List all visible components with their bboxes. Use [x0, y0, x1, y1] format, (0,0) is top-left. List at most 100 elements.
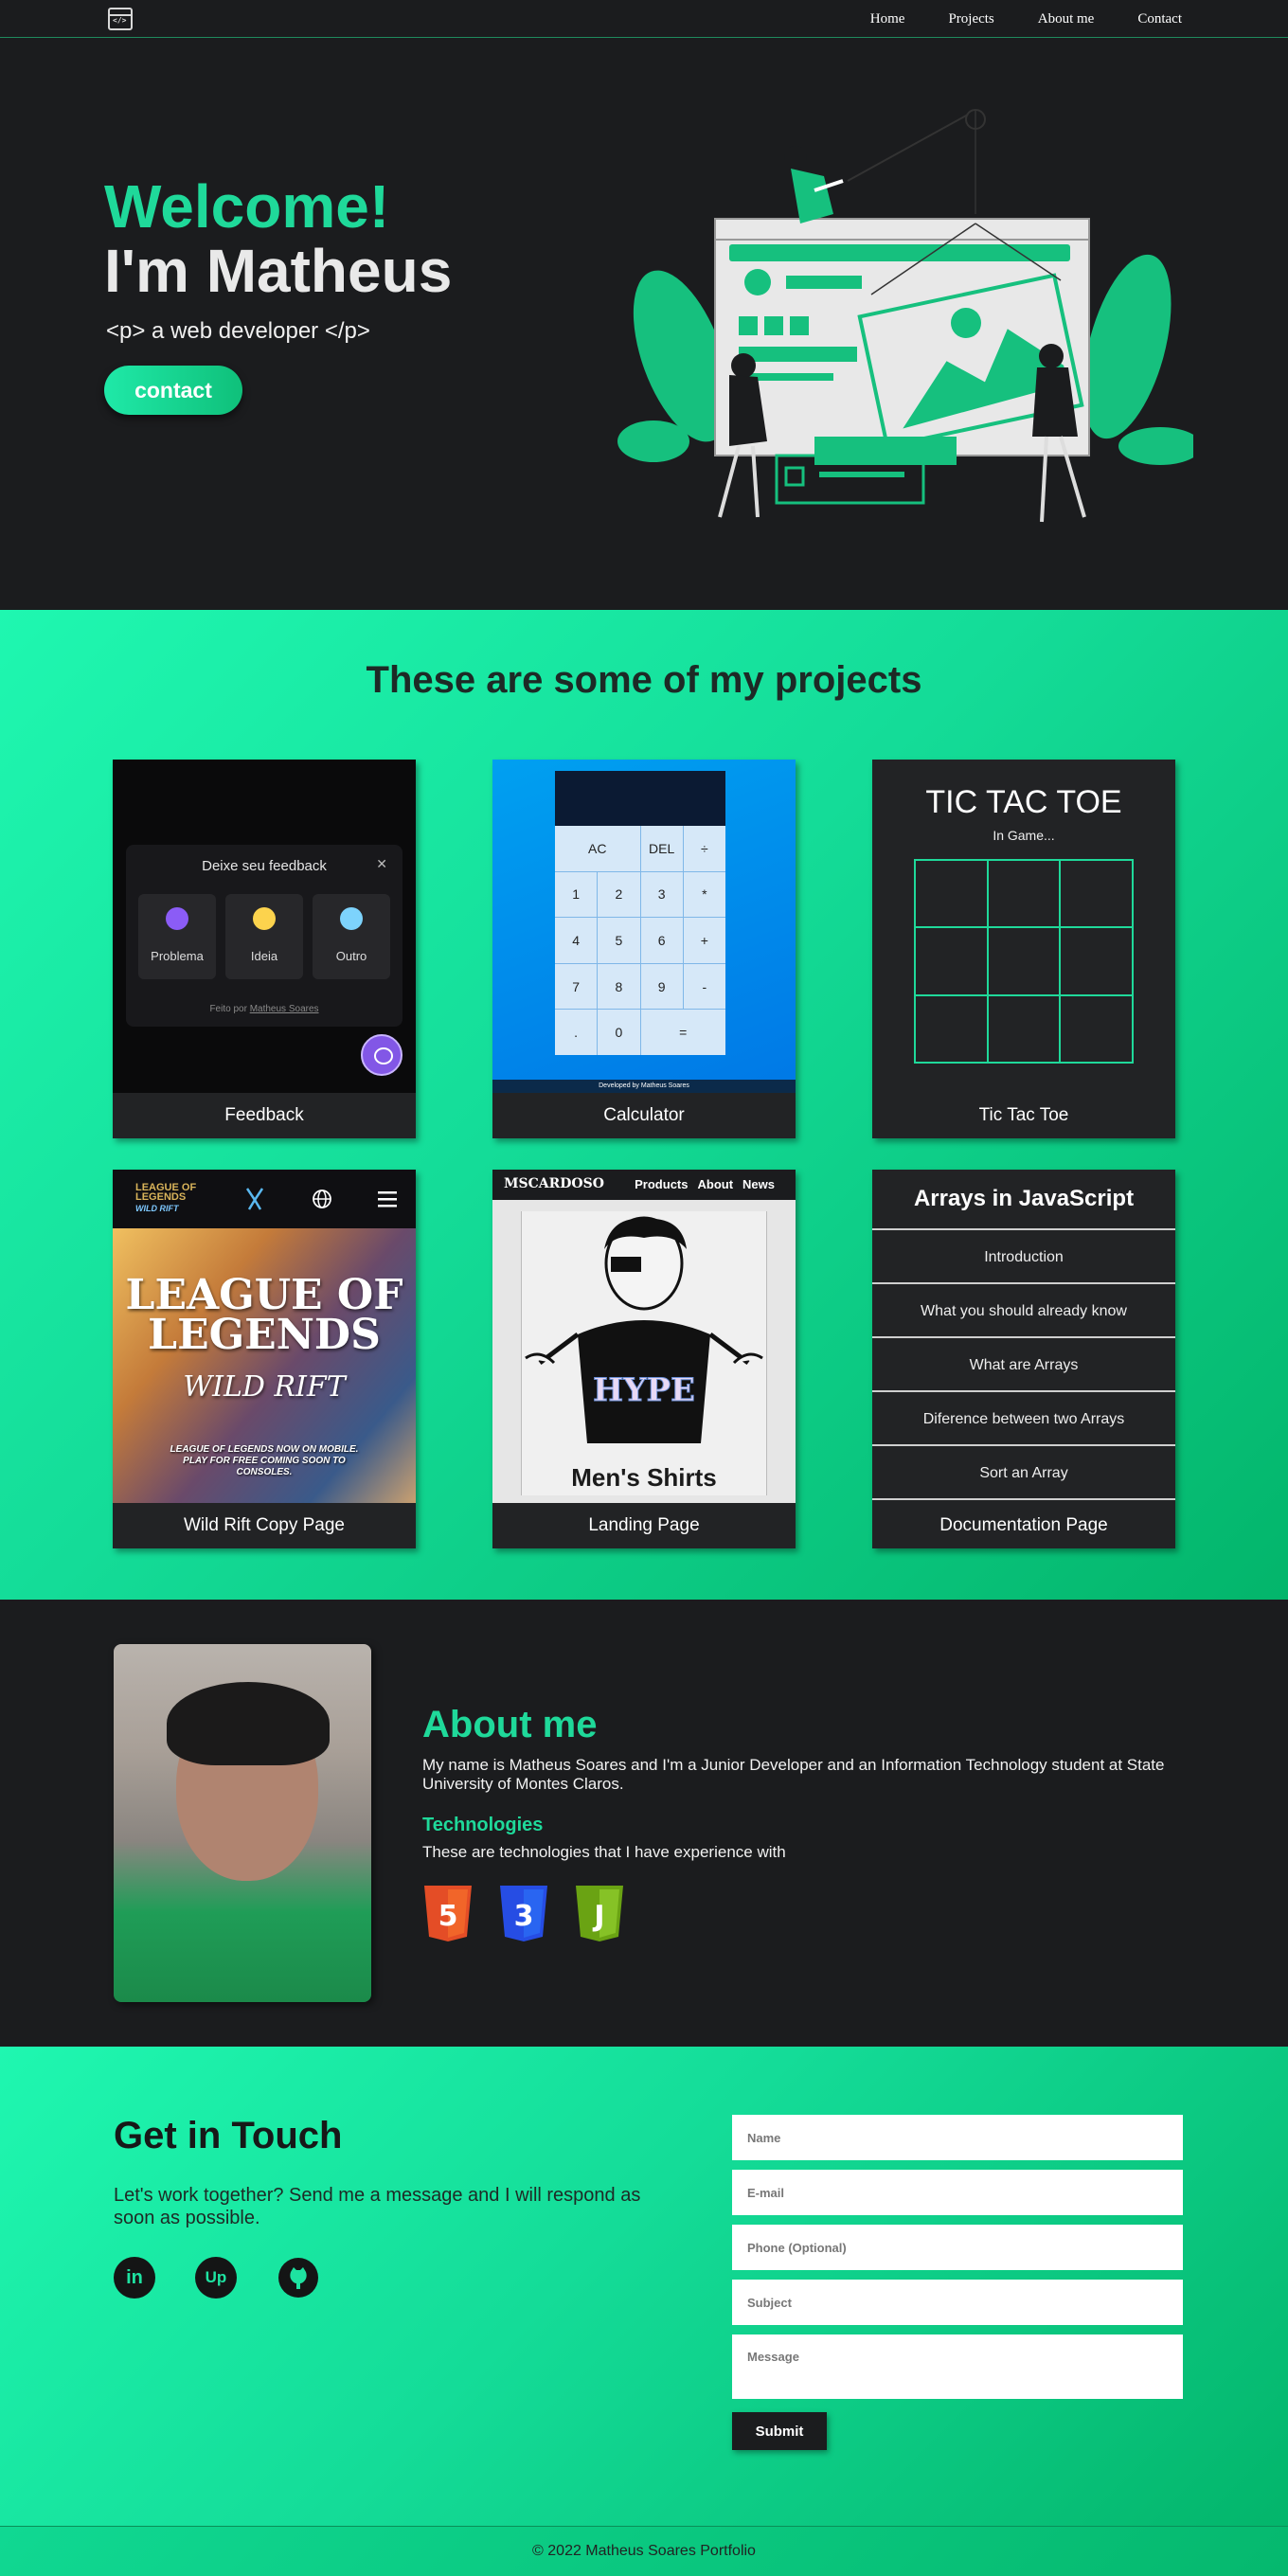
calc-key: 2 [598, 871, 640, 918]
tictactoe-status: In Game... [993, 828, 1055, 843]
calculator-keypad: AC DEL ÷ 1 2 3 * 4 5 6 + 7 8 9 - . 0 = [555, 826, 725, 1055]
tictactoe-preview: TIC TAC TOE In Game... [872, 760, 1175, 1093]
calc-key: * [683, 871, 725, 918]
upwork-glyph: Up [205, 2268, 227, 2286]
upwork-icon[interactable]: Up [195, 2257, 237, 2299]
project-card-wildrift[interactable]: LEAGUE OF LEGENDS WILD RIFT LEAGUE OF LE… [113, 1170, 416, 1548]
subject-input[interactable] [732, 2280, 1183, 2325]
footer: © 2022 Matheus Soares Portfolio [0, 2526, 1288, 2576]
hero-section: Welcome! I'm Matheus <p> a web developer… [0, 39, 1288, 610]
project-card-label: Landing Page [588, 1515, 700, 1535]
phone-input[interactable] [732, 2225, 1183, 2270]
shirt-text: HYPE [593, 1371, 695, 1409]
wildrift-subline: WILD RIFT [183, 1370, 346, 1404]
portfolio-page: </> Home Projects About me Contact Welco… [0, 0, 1288, 2576]
docs-title: Arrays in JavaScript [872, 1170, 1175, 1230]
calc-key: 8 [598, 963, 640, 1010]
technologies-text: These are technologies that I have exper… [422, 1843, 786, 1861]
project-card-label: Tic Tac Toe [978, 1105, 1069, 1125]
calc-key: 1 [555, 871, 598, 918]
landing-nav: Products About News [635, 1177, 775, 1191]
project-card-calculator[interactable]: AC DEL ÷ 1 2 3 * 4 5 6 + 7 8 9 - . 0 = D… [492, 760, 796, 1138]
wildrift-preview: LEAGUE OF LEGENDS WILD RIFT LEAGUE OF LE… [113, 1170, 416, 1503]
calc-key: 4 [555, 918, 598, 963]
board-cell [987, 994, 1061, 1063]
email-input[interactable] [732, 2170, 1183, 2215]
calc-key: - [683, 963, 725, 1010]
hero-role: <p> a web developer </p> [106, 318, 370, 344]
nav-home-link[interactable]: Home [870, 11, 905, 27]
project-card-feedback[interactable]: Deixe seu feedback ✕ Problema Ideia Outr… [113, 760, 416, 1138]
docs-preview: Arrays in JavaScript Introduction What y… [872, 1170, 1175, 1503]
hamburger-menu-icon [378, 1191, 397, 1208]
project-card-label: Calculator [603, 1105, 685, 1125]
option-label: Problema [151, 949, 204, 963]
javascript-icon: J [576, 1886, 623, 1941]
wildrift-logo: LEAGUE OF LEGENDS WILD RIFT [135, 1183, 202, 1214]
champion-icon [245, 1188, 264, 1210]
contact-title: Get in Touch [114, 2115, 343, 2156]
docs-nav-item: Diference between two Arrays [872, 1394, 1175, 1446]
landing-nav-item: About [697, 1177, 734, 1191]
docs-nav-item: What are Arrays [872, 1340, 1175, 1392]
github-glyph [278, 2258, 318, 2298]
nav-links: Home Projects About me Contact [870, 0, 1182, 38]
calc-key: 3 [640, 871, 683, 918]
submit-button[interactable]: Submit [732, 2412, 827, 2450]
docs-nav-item: Introduction [872, 1232, 1175, 1284]
feedback-footer-prefix: Feito por [209, 1004, 247, 1014]
landing-nav-item: News [742, 1177, 775, 1191]
option-label: Outro [335, 949, 367, 963]
board-cell [1060, 860, 1133, 928]
css3-icon: 3 [500, 1886, 547, 1941]
calc-key: 6 [640, 918, 683, 963]
board-cell [1060, 927, 1133, 995]
technologies-title: Technologies [422, 1815, 544, 1835]
calc-key: ÷ [683, 826, 725, 871]
globe-icon [313, 1190, 331, 1208]
landing-preview: MSCARDOSO Products About News HYPE Men's… [492, 1170, 796, 1503]
board-cell [987, 927, 1061, 995]
project-card-label: Wild Rift Copy Page [183, 1515, 345, 1535]
message-textarea[interactable] [732, 2334, 1183, 2399]
contact-section: Get in Touch Let's work together? Send m… [0, 2047, 1288, 2526]
project-card-landing[interactable]: MSCARDOSO Products About News HYPE Men's… [492, 1170, 796, 1548]
about-text: My name is Matheus Soares and I'm a Juni… [422, 1756, 1165, 1793]
css3-glyph: 3 [514, 1900, 534, 1933]
nav-contact-link[interactable]: Contact [1137, 11, 1182, 27]
bug-icon [166, 907, 188, 930]
linkedin-glyph: in [126, 2266, 143, 2288]
board-cell [987, 860, 1061, 928]
top-nav: </> Home Projects About me Contact [0, 0, 1288, 38]
contact-text: Let's work together? Send me a message a… [114, 2185, 641, 2228]
docs-nav-item: Sort an Array [872, 1448, 1175, 1500]
option-label: Ideia [250, 949, 278, 963]
feedback-option-idea: Ideia [225, 894, 303, 979]
logo-glyph: </> [113, 16, 127, 25]
thought-cloud-icon [340, 907, 363, 930]
project-card-documentation[interactable]: Arrays in JavaScript Introduction What y… [872, 1170, 1175, 1548]
name-input[interactable] [732, 2115, 1183, 2160]
tictactoe-title: TIC TAC TOE [925, 784, 1122, 820]
code-window-icon[interactable]: </> [108, 8, 133, 30]
board-cell [1060, 994, 1133, 1063]
feedback-widget: Deixe seu feedback ✕ Problema Ideia Outr… [126, 845, 402, 1027]
chat-bubble-icon [361, 1034, 402, 1076]
profile-photo [114, 1644, 371, 2002]
contact-button[interactable]: contact [104, 366, 242, 415]
photo-hair [167, 1682, 330, 1765]
shrugging-man-illustration: HYPE [525, 1216, 763, 1443]
close-icon: ✕ [376, 856, 387, 871]
calc-key: 5 [598, 918, 640, 963]
nav-projects-link[interactable]: Projects [948, 11, 993, 27]
github-icon[interactable] [277, 2257, 319, 2299]
projects-section: These are some of my projects Deixe seu … [0, 610, 1288, 1600]
feedback-footer: Feito por Matheus Soares [126, 1004, 402, 1014]
calc-key: . [555, 1010, 598, 1055]
calc-key: + [683, 918, 725, 963]
lightbulb-icon [253, 907, 276, 930]
linkedin-icon[interactable]: in [114, 2257, 155, 2299]
nav-about-link[interactable]: About me [1038, 11, 1095, 27]
project-card-tictactoe[interactable]: TIC TAC TOE In Game... Tic Tac Toe [872, 760, 1175, 1138]
calc-key: 7 [555, 963, 598, 1010]
